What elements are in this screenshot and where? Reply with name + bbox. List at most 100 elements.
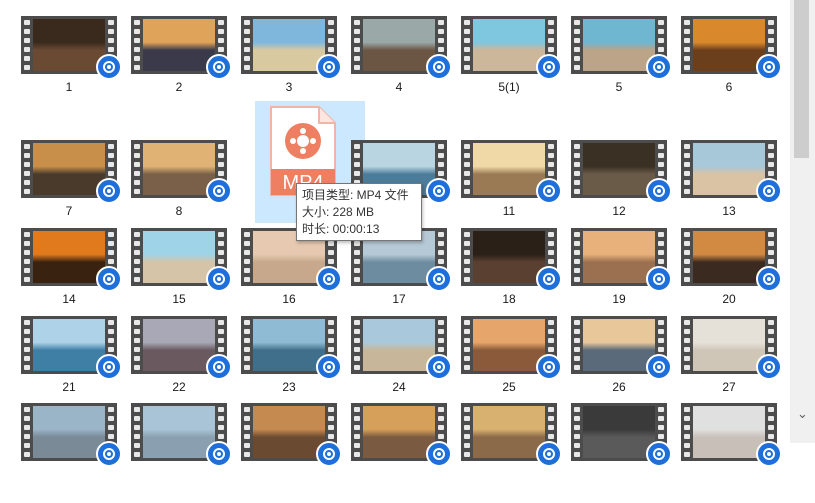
- thumbnail-scene: [33, 319, 105, 371]
- video-player-badge-icon: [96, 266, 122, 292]
- video-player-badge-icon: [206, 354, 232, 380]
- thumbnail-scene: [253, 319, 325, 371]
- video-player-badge-icon: [206, 54, 232, 80]
- file-item[interactable]: 18: [461, 228, 562, 328]
- video-player-badge-icon: [426, 441, 452, 467]
- file-item[interactable]: 15: [131, 228, 232, 328]
- file-item[interactable]: 13: [681, 140, 782, 240]
- file-tooltip: 项目类型: MP4 文件 大小: 228 MB 时长: 00:00:13: [296, 183, 422, 241]
- file-item[interactable]: 23: [241, 316, 342, 416]
- thumbnail-scene: [473, 143, 545, 195]
- file-label: 19: [612, 292, 626, 306]
- file-label: 18: [502, 292, 516, 306]
- thumbnail-scene: [253, 406, 325, 458]
- file-item[interactable]: 5: [571, 16, 672, 116]
- video-player-badge-icon: [756, 266, 782, 292]
- file-label: 26: [612, 380, 626, 394]
- file-item[interactable]: 22: [131, 316, 232, 416]
- file-label: 27: [722, 380, 736, 394]
- video-player-badge-icon: [756, 178, 782, 204]
- file-item[interactable]: 16: [241, 228, 342, 328]
- file-item[interactable]: 6: [681, 16, 782, 116]
- file-item[interactable]: 25: [461, 316, 562, 416]
- thumbnail-scene: [693, 231, 765, 283]
- file-item[interactable]: 11: [461, 140, 562, 240]
- video-player-badge-icon: [646, 54, 672, 80]
- thumbnail-scene: [33, 143, 105, 195]
- file-label: 11: [502, 204, 516, 218]
- thumbnail-scene: [143, 406, 215, 458]
- file-label: 6: [725, 80, 733, 94]
- thumbnail-scene: [583, 231, 655, 283]
- file-label: 17: [392, 292, 406, 306]
- video-player-badge-icon: [316, 441, 342, 467]
- video-player-badge-icon: [426, 178, 452, 204]
- file-label: 1: [65, 80, 73, 94]
- video-player-badge-icon: [206, 441, 232, 467]
- file-label: 2: [175, 80, 183, 94]
- video-player-badge-icon: [756, 441, 782, 467]
- file-item[interactable]: [681, 403, 782, 503]
- video-player-badge-icon: [96, 54, 122, 80]
- file-label: 14: [62, 292, 76, 306]
- file-item[interactable]: 5(1): [461, 16, 562, 116]
- video-player-badge-icon: [206, 266, 232, 292]
- file-item[interactable]: [461, 403, 562, 503]
- file-label: 12: [612, 204, 626, 218]
- file-label: 5(1): [498, 80, 520, 94]
- scrollbar-thumb[interactable]: [794, 0, 809, 158]
- file-item[interactable]: 4: [351, 16, 452, 116]
- file-item[interactable]: 7: [21, 140, 122, 240]
- file-label: 25: [502, 380, 516, 394]
- file-label: 15: [172, 292, 186, 306]
- thumbnail-scene: [583, 19, 655, 71]
- file-item[interactable]: 27: [681, 316, 782, 416]
- file-label: 5: [615, 80, 623, 94]
- file-item[interactable]: 19: [571, 228, 672, 328]
- thumbnail-scene: [693, 19, 765, 71]
- video-player-badge-icon: [536, 441, 562, 467]
- video-player-badge-icon: [646, 178, 672, 204]
- video-player-badge-icon: [316, 266, 342, 292]
- video-player-badge-icon: [536, 54, 562, 80]
- file-item[interactable]: [21, 403, 122, 503]
- file-label: 3: [285, 80, 293, 94]
- thumbnail-scene: [143, 319, 215, 371]
- thumbnail-scene: [473, 319, 545, 371]
- video-player-badge-icon: [96, 354, 122, 380]
- file-item[interactable]: 2: [131, 16, 232, 116]
- thumbnail-scene: [143, 19, 215, 71]
- thumbnail-scene: [583, 319, 655, 371]
- video-player-badge-icon: [206, 178, 232, 204]
- file-item[interactable]: [241, 403, 342, 503]
- file-label: 20: [722, 292, 736, 306]
- file-item[interactable]: 20: [681, 228, 782, 328]
- file-label: 22: [172, 380, 186, 394]
- tooltip-size: 大小: 228 MB: [302, 205, 375, 219]
- thumbnail-scene: [693, 143, 765, 195]
- video-player-badge-icon: [646, 354, 672, 380]
- video-player-badge-icon: [756, 54, 782, 80]
- file-item[interactable]: [571, 403, 672, 503]
- file-item[interactable]: 12: [571, 140, 672, 240]
- vertical-scrollbar[interactable]: ⌄: [790, 0, 815, 443]
- video-player-badge-icon: [316, 354, 342, 380]
- thumbnail-scene: [693, 406, 765, 458]
- file-item[interactable]: 1: [21, 16, 122, 116]
- file-item[interactable]: 24: [351, 316, 452, 416]
- chevron-down-icon[interactable]: ⌄: [794, 402, 811, 426]
- video-player-badge-icon: [756, 354, 782, 380]
- file-item[interactable]: 21: [21, 316, 122, 416]
- thumbnail-scene: [473, 231, 545, 283]
- thumbnail-scene: [143, 231, 215, 283]
- file-item[interactable]: 17: [351, 228, 452, 328]
- thumbnail-scene: [143, 143, 215, 195]
- thumbnail-scene: [583, 143, 655, 195]
- file-label: 23: [282, 380, 296, 394]
- file-item[interactable]: 8: [131, 140, 232, 240]
- file-item[interactable]: [351, 403, 452, 503]
- video-player-badge-icon: [426, 354, 452, 380]
- file-item[interactable]: 14: [21, 228, 122, 328]
- file-item[interactable]: [131, 403, 232, 503]
- file-item[interactable]: 26: [571, 316, 672, 416]
